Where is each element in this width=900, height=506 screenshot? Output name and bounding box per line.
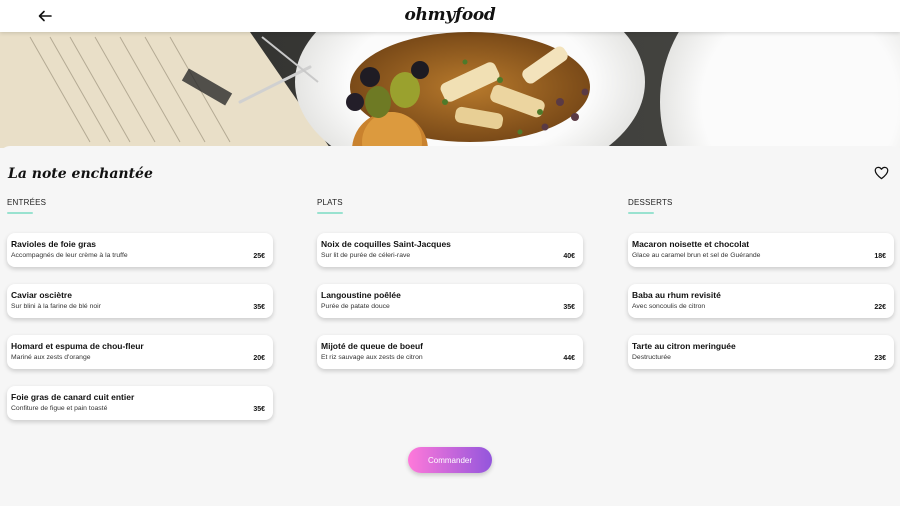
- dish-name: Mijoté de queue de boeuf: [321, 341, 424, 351]
- dish-card[interactable]: Mijoté de queue de boeuf Et riz sauvage …: [317, 335, 583, 369]
- column-underline: [628, 212, 654, 214]
- dish-price: 18€: [874, 253, 886, 260]
- dish-price: 35€: [253, 304, 265, 311]
- dish-description: Avec soncoulis de citron: [632, 303, 706, 310]
- dish-card[interactable]: Langoustine poêlée Purée de patate douce…: [317, 284, 583, 318]
- brand-logo[interactable]: ohmyfood: [0, 5, 900, 25]
- order-button[interactable]: Commander: [408, 447, 492, 473]
- dish-card[interactable]: Baba au rhum revisité Avec soncoulis de …: [628, 284, 894, 318]
- dish-list: Macaron noisette et chocolat Glace au ca…: [628, 233, 894, 369]
- dish-name: Macaron noisette et chocolat: [632, 239, 750, 249]
- dish-name: Ravioles de foie gras: [11, 239, 97, 249]
- dish-description: Destructurée: [632, 354, 671, 361]
- dish-card[interactable]: Foie gras de canard cuit entier Confitur…: [7, 386, 273, 420]
- menu-column-entrees: ENTRÉES Ravioles de foie gras Accompagné…: [7, 198, 273, 437]
- menu-column-plats: PLATS Noix de coquilles Saint-Jacques Su…: [317, 198, 583, 386]
- dish-description: Confiture de figue et pain toasté: [11, 405, 108, 412]
- dish-card[interactable]: Tarte au citron meringuée Destructurée 2…: [628, 335, 894, 369]
- dish-price: 25€: [253, 253, 265, 260]
- dish-price: 35€: [253, 406, 265, 413]
- dish-list: Ravioles de foie gras Accompagnés de leu…: [7, 233, 273, 420]
- hero-food-photo: [0, 32, 900, 148]
- column-title: DESSERTS: [628, 198, 673, 207]
- dish-price: 35€: [563, 304, 575, 311]
- dish-price: 22€: [874, 304, 886, 311]
- heart-icon[interactable]: [874, 166, 889, 180]
- dish-description: Accompagnés de leur crème à la truffe: [11, 252, 128, 259]
- dish-card[interactable]: Homard et espuma de chou-fleur Mariné au…: [7, 335, 273, 369]
- dish-name: Foie gras de canard cuit entier: [11, 392, 135, 402]
- dish-price: 44€: [563, 355, 575, 362]
- menu-panel: La note enchantée ENTRÉES Ravioles de fo…: [0, 146, 900, 506]
- dish-description: Et riz sauvage aux zests de citron: [321, 354, 423, 361]
- dish-price: 23€: [874, 355, 886, 362]
- column-underline: [317, 212, 343, 214]
- dish-description: Sur lit de purée de céleri-rave: [321, 252, 411, 259]
- dish-name: Noix de coquilles Saint-Jacques: [321, 239, 451, 249]
- dish-name: Baba au rhum revisité: [632, 290, 721, 300]
- dish-description: Purée de patate douce: [321, 303, 390, 310]
- menu-column-desserts: DESSERTS Macaron noisette et chocolat Gl…: [628, 198, 894, 386]
- dish-description: Mariné aux zests d'orange: [11, 354, 91, 361]
- dish-card[interactable]: Caviar osciètre Sur blini à la farine de…: [7, 284, 273, 318]
- dish-card[interactable]: Noix de coquilles Saint-Jacques Sur lit …: [317, 233, 583, 267]
- column-underline: [7, 212, 33, 214]
- dish-description: Glace au caramel brun et sel de Guérande: [632, 252, 761, 259]
- dish-name: Caviar osciètre: [11, 290, 72, 300]
- top-header: ohmyfood: [0, 0, 900, 32]
- dish-description: Sur blini à la farine de blé noir: [11, 303, 101, 310]
- dish-name: Homard et espuma de chou-fleur: [11, 341, 144, 351]
- column-title: PLATS: [317, 198, 343, 207]
- restaurant-title: La note enchantée: [8, 166, 153, 182]
- dish-card[interactable]: Ravioles de foie gras Accompagnés de leu…: [7, 233, 273, 267]
- dish-price: 20€: [253, 355, 265, 362]
- column-title: ENTRÉES: [7, 198, 47, 207]
- dish-name: Langoustine poêlée: [321, 290, 401, 300]
- dish-name: Tarte au citron meringuée: [632, 341, 736, 351]
- hero-image: [0, 32, 900, 148]
- dish-card[interactable]: Macaron noisette et chocolat Glace au ca…: [628, 233, 894, 267]
- dish-price: 40€: [563, 253, 575, 260]
- dish-list: Noix de coquilles Saint-Jacques Sur lit …: [317, 233, 583, 369]
